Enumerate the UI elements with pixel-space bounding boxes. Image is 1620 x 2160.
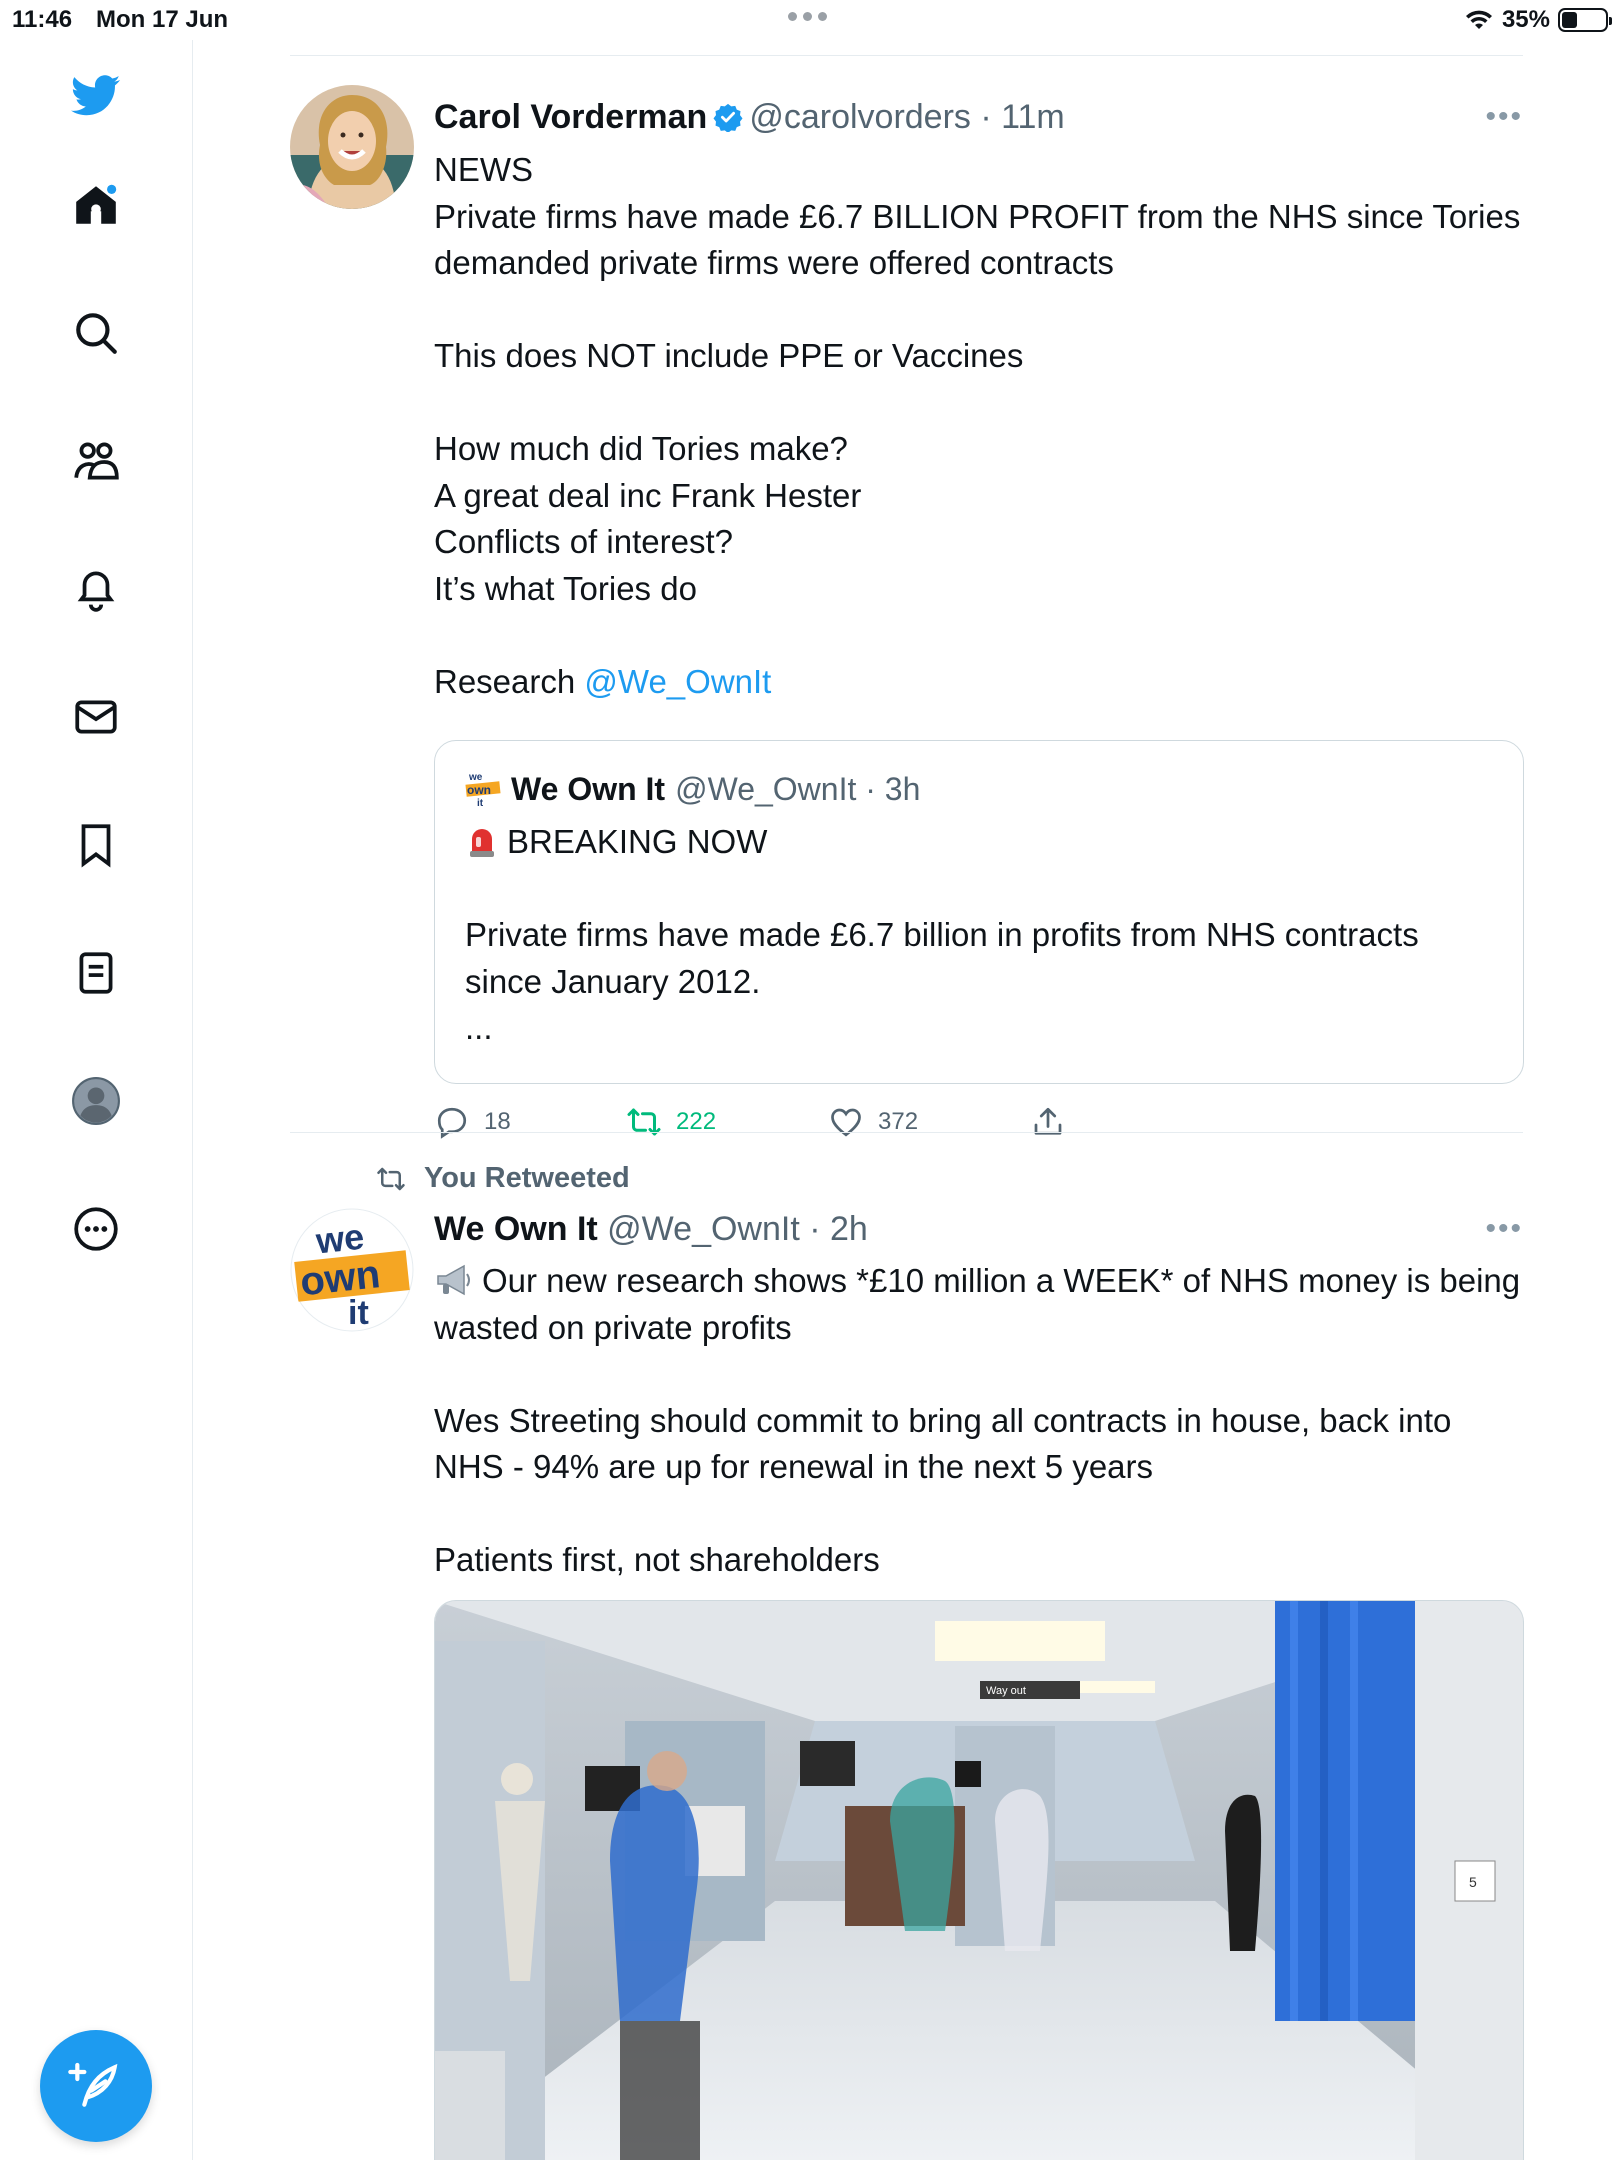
tweet-more-options-icon[interactable]: ••• (1485, 100, 1523, 134)
tweet-divider (290, 1132, 1523, 1133)
more-options-icon[interactable] (64, 1197, 128, 1261)
police-light-emoji-icon (470, 829, 494, 857)
lists-icon[interactable] (64, 941, 128, 1005)
search-icon[interactable] (64, 301, 128, 365)
home-icon[interactable] (64, 173, 128, 237)
multitasking-dots-icon[interactable] (788, 12, 827, 21)
twitter-logo-icon[interactable] (64, 63, 128, 127)
svg-text:it: it (348, 1294, 369, 1332)
share-button[interactable] (1030, 1104, 1066, 1140)
retweeted-label: You Retweeted (424, 1162, 630, 1194)
quoted-headline: BREAKING NOW (507, 823, 768, 860)
tweet-media-image[interactable]: 5 Way out (434, 1600, 1524, 2160)
share-icon (1034, 1107, 1062, 1135)
feed-top-divider (290, 55, 1523, 56)
avatar[interactable] (290, 85, 414, 209)
reply-button[interactable]: 18 (434, 1104, 511, 1140)
like-button[interactable]: 372 (828, 1104, 918, 1140)
author-name[interactable]: Carol Vorderman (434, 98, 707, 136)
tweet-text: Our new research shows *£10 million a WE… (434, 1258, 1524, 1584)
retweeted-indicator: You Retweeted (374, 1162, 630, 1195)
battery-percentage: 35% (1501, 6, 1550, 33)
tweet-text: NEWS Private firms have made £6.7 BILLIO… (434, 147, 1524, 705)
communities-icon[interactable] (64, 429, 128, 493)
battery-icon (1558, 8, 1612, 32)
svg-text:we: we (468, 772, 483, 783)
status-bar: 11:46 Mon 17 Jun 35% (0, 0, 1620, 40)
svg-text:it: it (477, 798, 484, 809)
sidebar-nav (0, 40, 193, 2160)
quoted-tweet-time[interactable]: 3h (885, 771, 921, 807)
status-time: 11:46 (12, 6, 73, 33)
tweet-time[interactable]: 11m (1001, 98, 1065, 136)
tweet-more-options-icon[interactable]: ••• (1485, 1212, 1523, 1246)
wifi-icon (1465, 10, 1492, 29)
megaphone-emoji-icon (437, 1264, 470, 1296)
notifications-bell-icon[interactable] (64, 557, 128, 621)
heart-icon (831, 1108, 861, 1137)
verified-badge-icon (713, 103, 743, 132)
quoted-author-handle[interactable]: @We_OwnIt (675, 771, 856, 807)
quoted-tweet-text: BREAKING NOW Private firms have made £6.… (465, 819, 1495, 1052)
tweet-actions: 18 222 372 (434, 1104, 1134, 1144)
retweet-icon (627, 1108, 661, 1136)
retweet-button[interactable]: 222 (626, 1104, 716, 1140)
tweet-text-content: Our new research shows *£10 million a WE… (434, 1262, 1521, 1578)
retweet-small-icon (377, 1167, 405, 1190)
messages-envelope-icon[interactable] (64, 685, 128, 749)
profile-avatar-icon[interactable] (64, 1069, 128, 1133)
quoted-author-name[interactable]: We Own It (511, 771, 665, 808)
author-handle[interactable]: @carolvorders (749, 98, 971, 136)
status-date: Mon 17 Jun (96, 6, 229, 33)
tweet-header: Carol Vorderman @carolvorders · 11m (434, 98, 1065, 136)
timeline-feed[interactable]: Carol Vorderman @carolvorders · 11m ••• N… (193, 40, 1620, 2160)
author-handle[interactable]: @We_OwnIt (607, 1210, 800, 1248)
author-name[interactable]: We Own It (434, 1210, 598, 1248)
quoted-text: Private firms have made £6.7 billion in … (465, 916, 1419, 1046)
mention-link[interactable]: @We_OwnIt (584, 663, 771, 700)
room-number-sign: 5 (1469, 1874, 1477, 1890)
tweet-text-main: NEWS Private firms have made £6.7 BILLIO… (434, 151, 1521, 700)
quoted-tweet-header: we own it We Own It @We_OwnIt · 3h (465, 769, 921, 809)
reply-icon (437, 1107, 467, 1139)
avatar[interactable]: we own it (290, 1208, 414, 1332)
we-own-it-logo-icon[interactable]: we own it (465, 769, 501, 809)
tweet-carol-vorderman[interactable]: Carol Vorderman @carolvorders · 11m ••• N… (290, 80, 1524, 1140)
quoted-tweet[interactable]: we own it We Own It @We_OwnIt · 3h BREAK… (434, 740, 1524, 1084)
tweet-we-own-it[interactable]: You Retweeted we own it We Own It @We_Ow… (290, 1162, 1524, 2160)
svg-text:own: own (298, 1252, 382, 1304)
compose-tweet-icon (68, 2062, 118, 2107)
way-out-sign: Way out (986, 1685, 1026, 1697)
tweet-time[interactable]: 2h (830, 1210, 868, 1248)
compose-tweet-button[interactable] (40, 2030, 152, 2142)
bookmark-icon[interactable] (64, 813, 128, 877)
svg-text:own: own (467, 783, 491, 797)
tweet-header: We Own It @We_OwnIt · 2h (434, 1210, 868, 1248)
